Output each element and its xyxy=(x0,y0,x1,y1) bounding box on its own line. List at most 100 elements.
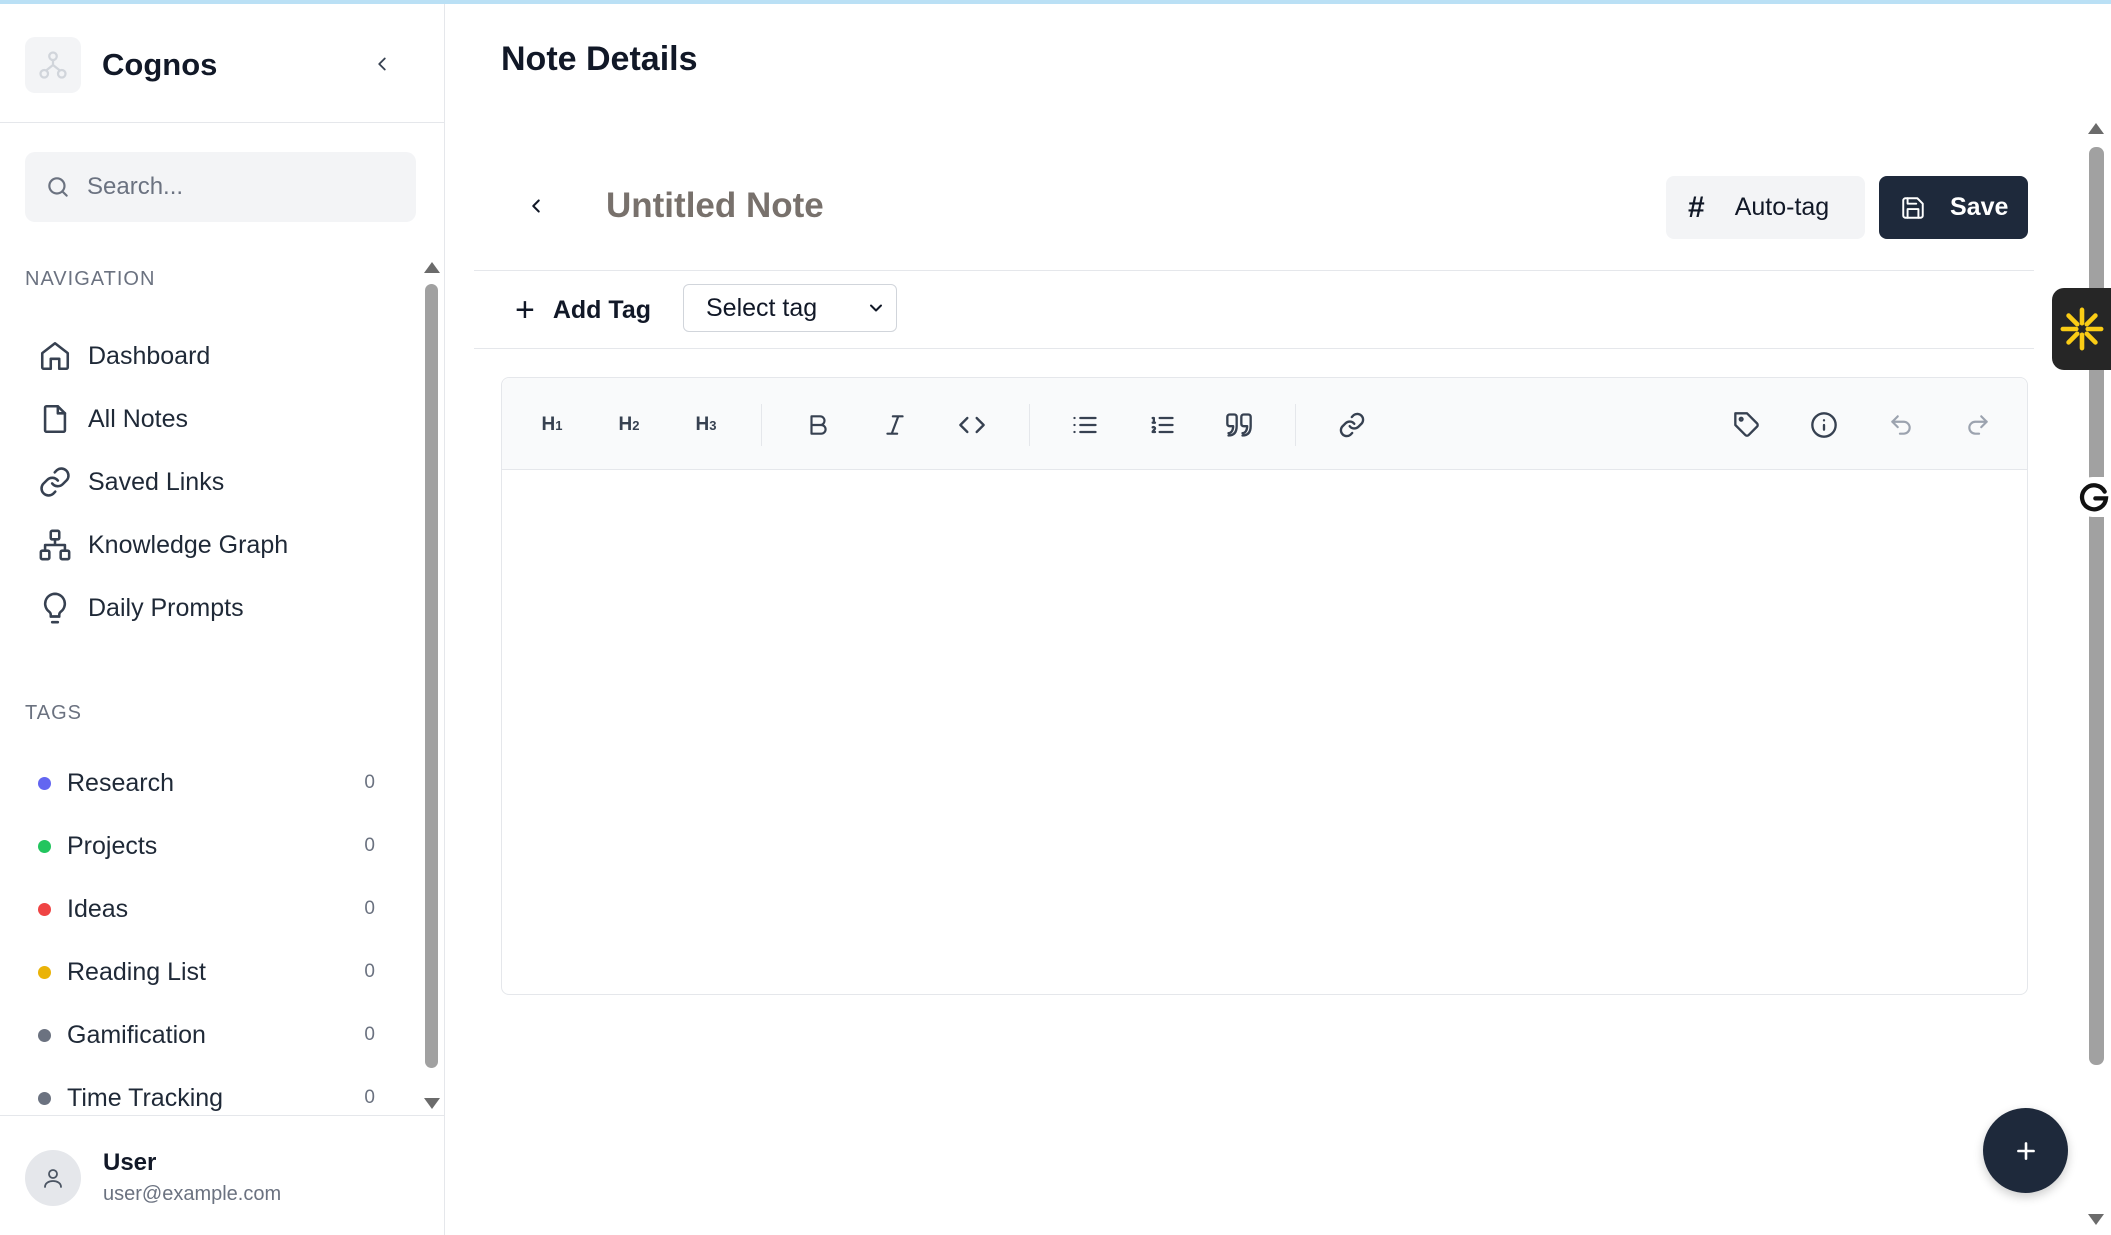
sidebar-divider xyxy=(0,122,445,123)
home-icon xyxy=(40,341,70,371)
tag-item-research[interactable]: Research 0 xyxy=(38,759,378,807)
sparkle-icon xyxy=(2060,307,2103,351)
tag-item-gamification[interactable]: Gamification 0 xyxy=(38,1011,378,1059)
chevron-left-icon xyxy=(532,199,540,213)
extension-widget[interactable] xyxy=(2052,288,2111,370)
file-icon xyxy=(43,404,67,434)
add-tag-button[interactable]: + Add Tag xyxy=(515,290,651,330)
undo-button[interactable] xyxy=(1881,405,1921,445)
user-divider xyxy=(0,1115,445,1116)
nav-item-daily-prompts[interactable]: Daily Prompts xyxy=(38,584,244,632)
undo-icon xyxy=(1891,415,1911,435)
heading-1-button[interactable]: H1 xyxy=(532,405,572,445)
navigation-section-label: NAVIGATION xyxy=(25,268,156,290)
header-divider xyxy=(474,270,2034,271)
user-profile[interactable]: User user@example.com xyxy=(25,1149,281,1206)
tag-label: Gamification xyxy=(67,1020,206,1049)
search-input[interactable] xyxy=(87,173,387,201)
page-scroll-down-arrow[interactable] xyxy=(2088,1214,2104,1225)
heading-3-button[interactable]: H3 xyxy=(686,405,726,445)
chevron-left-icon xyxy=(378,57,386,71)
chevron-down-icon xyxy=(870,304,882,312)
brand-logo-icon xyxy=(25,37,81,93)
save-button[interactable]: Save xyxy=(1879,176,2028,239)
auto-tag-button[interactable]: # Auto-tag xyxy=(1666,176,1865,239)
editor-toolbar: H1 H2 H3 xyxy=(502,378,2027,470)
heading-1-icon: H1 xyxy=(541,414,563,435)
tag-label: Time Tracking xyxy=(67,1083,224,1112)
toolbar-separator xyxy=(761,404,762,446)
user-name: User xyxy=(103,1149,157,1176)
sidebar-scroll-down-arrow[interactable] xyxy=(424,1098,440,1109)
back-button[interactable] xyxy=(520,190,552,222)
nav-item-all-notes[interactable]: All Notes xyxy=(38,395,188,443)
new-note-fab[interactable] xyxy=(1983,1108,2068,1193)
heading-2-icon: H2 xyxy=(618,414,640,435)
editor-content-area[interactable] xyxy=(502,470,2027,994)
tag-color-dot xyxy=(38,902,51,916)
lightbulb-icon xyxy=(43,592,67,624)
link-button[interactable] xyxy=(1332,405,1372,445)
tag-count: 0 xyxy=(364,1024,375,1045)
ordered-list-button[interactable] xyxy=(1142,405,1182,445)
nav-item-label: Knowledge Graph xyxy=(88,530,289,559)
nav-item-label: Daily Prompts xyxy=(88,593,244,622)
info-icon xyxy=(1811,412,1837,438)
info-button[interactable] xyxy=(1804,405,1844,445)
sidebar-scrollbar-thumb[interactable] xyxy=(425,284,438,1068)
note-editor: H1 H2 H3 xyxy=(501,377,2028,995)
quote-button[interactable] xyxy=(1219,405,1259,445)
nav-item-label: Dashboard xyxy=(88,341,211,370)
tag-item-ideas[interactable]: Ideas 0 xyxy=(38,885,378,933)
page-title: Note Details xyxy=(501,40,698,78)
code-button[interactable] xyxy=(952,405,992,445)
add-tag-label: Add Tag xyxy=(552,295,651,324)
heading-2-button[interactable]: H2 xyxy=(609,405,649,445)
toolbar-separator xyxy=(1295,404,1296,446)
italic-icon xyxy=(886,415,904,435)
user-email: user@example.com xyxy=(103,1183,282,1205)
tag-count: 0 xyxy=(364,835,375,856)
nav-item-saved-links[interactable]: Saved Links xyxy=(38,458,224,506)
bullet-list-icon xyxy=(1073,416,1097,434)
tag-color-dot xyxy=(38,1091,51,1105)
tags-section-label: TAGS xyxy=(25,702,82,724)
nav-item-dashboard[interactable]: Dashboard xyxy=(38,332,210,380)
redo-button[interactable] xyxy=(1958,405,1998,445)
link-icon xyxy=(40,467,70,497)
bold-icon xyxy=(810,415,827,435)
hash-icon: # xyxy=(1688,190,1705,224)
nav-item-label: Saved Links xyxy=(88,467,225,496)
tag-item-projects[interactable]: Projects 0 xyxy=(38,822,378,870)
search-box[interactable] xyxy=(25,152,416,222)
tag-color-dot xyxy=(38,776,51,790)
tag-select[interactable]: Select tag xyxy=(683,284,897,332)
page-scroll-up-arrow[interactable] xyxy=(2088,123,2104,134)
tag-item-reading-list[interactable]: Reading List 0 xyxy=(38,948,378,996)
note-title-input[interactable] xyxy=(606,186,1206,226)
app-name: Cognos xyxy=(102,47,218,82)
code-icon xyxy=(959,416,985,434)
tag-button[interactable] xyxy=(1727,405,1767,445)
grammar-badge[interactable] xyxy=(2074,477,2111,517)
tag-count: 0 xyxy=(364,898,375,919)
page-scrollbar-thumb[interactable] xyxy=(2089,147,2104,1065)
quote-icon xyxy=(1226,413,1252,437)
tag-count: 0 xyxy=(364,1087,375,1108)
italic-button[interactable] xyxy=(875,405,915,445)
collapse-sidebar-button[interactable] xyxy=(366,48,398,80)
user-icon xyxy=(44,1168,62,1188)
sidebar-scroll-up-arrow[interactable] xyxy=(424,262,440,273)
tag-select-value: Select tag xyxy=(706,293,818,322)
tag-label: Ideas xyxy=(67,894,129,923)
brand[interactable]: Cognos xyxy=(25,37,217,93)
bullet-list-button[interactable] xyxy=(1065,405,1105,445)
sidebar: Cognos NAVIGATION Dashboard All Notes Sa… xyxy=(0,4,445,1235)
bold-button[interactable] xyxy=(798,405,838,445)
tag-label: Reading List xyxy=(67,957,206,986)
auto-tag-label: Auto-tag xyxy=(1734,193,1830,221)
tag-color-dot xyxy=(38,965,51,979)
grammar-g-icon xyxy=(2079,483,2109,512)
tag-item-time-tracking[interactable]: Time Tracking 0 xyxy=(38,1074,378,1116)
nav-item-knowledge-graph[interactable]: Knowledge Graph xyxy=(38,521,288,569)
